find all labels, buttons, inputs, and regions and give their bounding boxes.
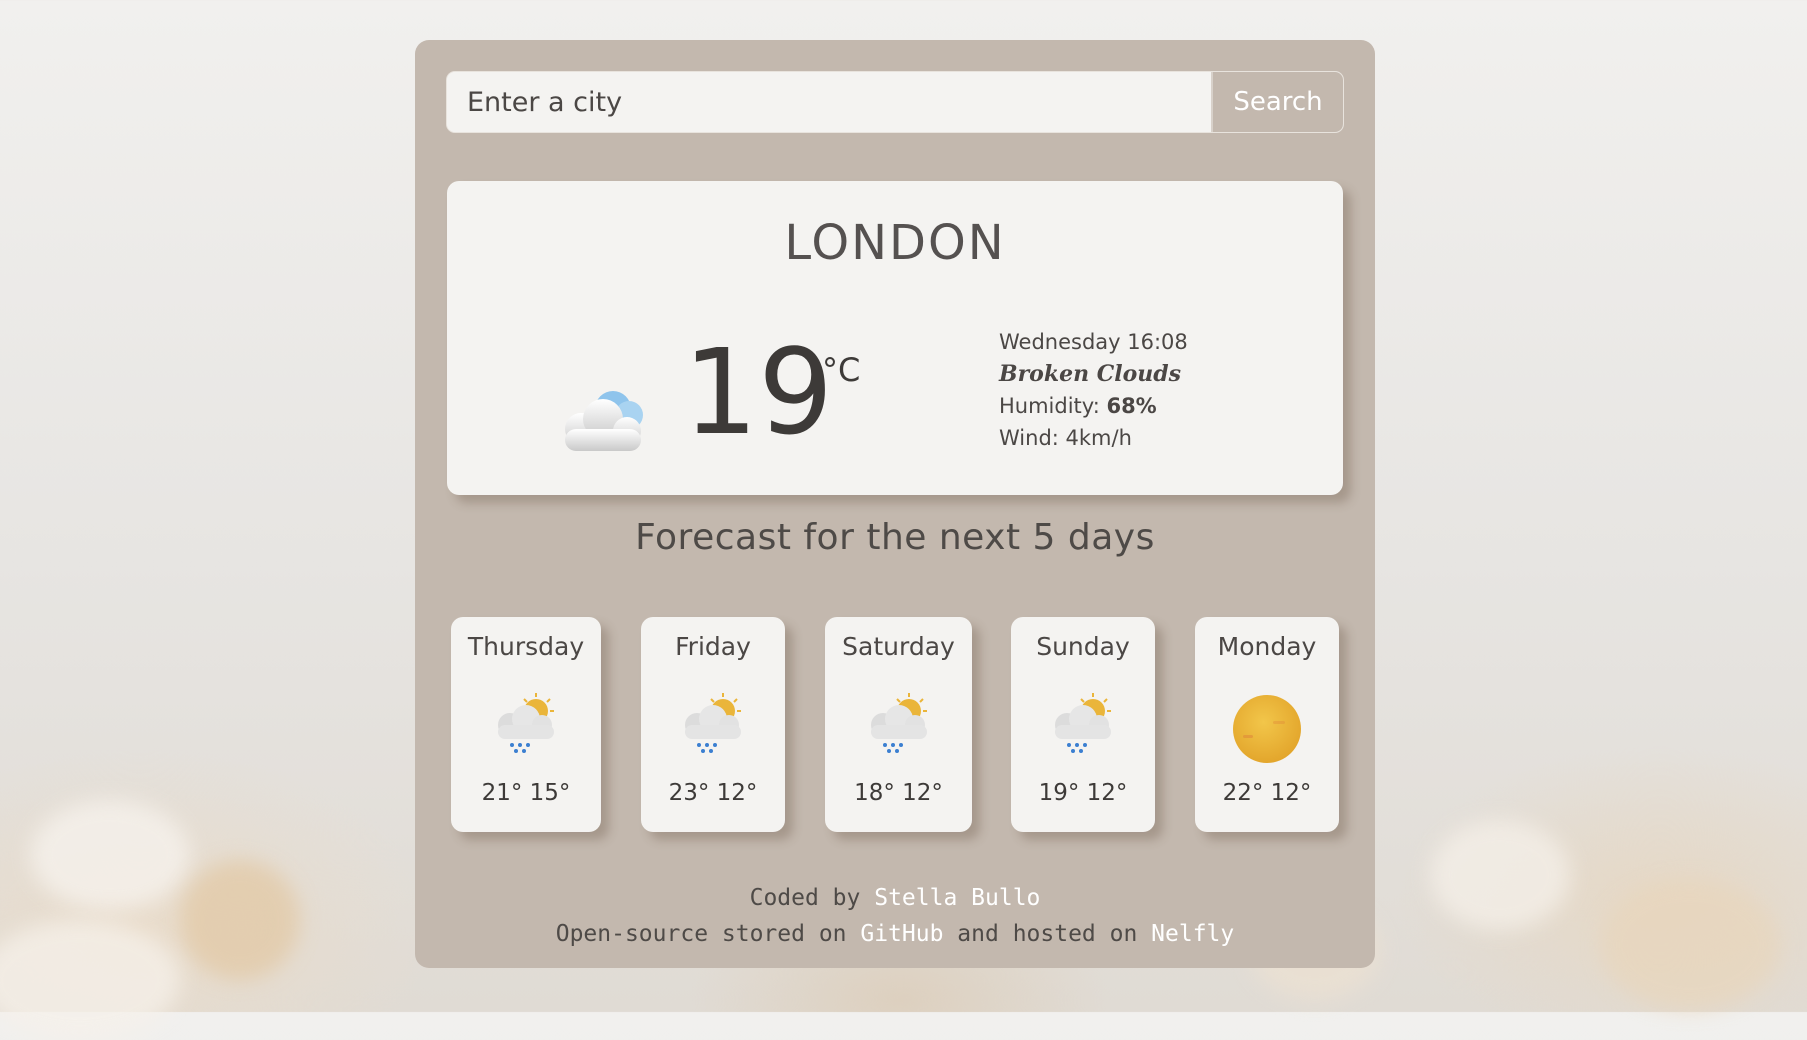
footer-source-prefix: Open-source stored on: [555, 921, 861, 947]
humidity-label: Humidity:: [999, 394, 1107, 418]
forecast-day-name: Saturday: [842, 632, 955, 661]
host-link[interactable]: Nelfly: [1151, 921, 1234, 947]
background-blossom: [1600, 880, 1780, 1010]
current-temperature: 19: [683, 323, 834, 461]
author-link[interactable]: Stella Bullo: [874, 885, 1040, 911]
forecast-day-temps: 18° 12°: [854, 780, 943, 806]
forecast-day-card: Thursday 21° 15°: [451, 617, 601, 832]
forecast-day-card: Sunday 19° 12°: [1011, 617, 1155, 832]
footer-source: Open-source stored on GitHub and hosted …: [415, 916, 1375, 952]
current-weather-card: LONDON 19 °C Wednesday 16:08 Broken Clou…: [447, 181, 1343, 495]
forecast-day-name: Monday: [1217, 632, 1317, 661]
footer-source-middle: and hosted on: [943, 921, 1152, 947]
broken-clouds-icon: [551, 383, 655, 461]
background-blossom: [30, 800, 190, 910]
weather-description: Broken Clouds: [999, 361, 1182, 387]
forecast-day-card: Monday 22° 12°: [1195, 617, 1339, 832]
forecast-day-card: Friday 23° 12°: [641, 617, 785, 832]
forecast-day-card: Saturday 18° 12°: [825, 617, 972, 832]
forecast-day-name: Sunday: [1036, 632, 1130, 661]
forecast-day-temps: 22° 12°: [1222, 780, 1312, 806]
search-form: Search: [447, 72, 1343, 132]
forecast-day-temps: 21° 15°: [481, 780, 571, 806]
sun-icon: [1231, 691, 1303, 767]
weather-details: Wednesday 16:08 Broken Clouds Humidity: …: [999, 326, 1188, 454]
humidity: Humidity: 68%: [999, 390, 1188, 422]
rain-sun-icon: [863, 691, 935, 759]
weather-app: Search LONDON 19 °C Wednesday 16:08: [415, 40, 1375, 968]
footer-credit: Coded by Stella Bullo: [415, 880, 1375, 916]
forecast-title: Forecast for the next 5 days: [635, 517, 1155, 558]
forecast-day-temps: 23° 12°: [668, 780, 758, 806]
background-blossom: [1430, 820, 1570, 930]
background-blossom: [180, 860, 300, 980]
humidity-value: 68%: [1106, 394, 1157, 418]
search-button[interactable]: Search: [1211, 72, 1343, 132]
wind: Wind: 4km/h: [999, 426, 1132, 450]
github-link[interactable]: GitHub: [860, 921, 943, 947]
city-search-input[interactable]: [447, 72, 1211, 132]
rain-sun-icon: [1047, 691, 1119, 759]
footer-coded-by: Coded by: [749, 885, 875, 911]
city-name: LONDON: [784, 215, 1006, 271]
background-blossom: [0, 920, 180, 1040]
forecast-day-name: Thursday: [467, 632, 585, 661]
temperature-unit-toggle[interactable]: °C: [822, 351, 860, 389]
forecast-day-temps: 19° 12°: [1038, 780, 1128, 806]
date-time: Wednesday 16:08: [999, 330, 1188, 354]
rain-sun-icon: [490, 691, 562, 759]
rain-sun-icon: [677, 691, 749, 759]
forecast-day-name: Friday: [675, 632, 751, 661]
footer: Coded by Stella Bullo Open-source stored…: [415, 880, 1375, 952]
